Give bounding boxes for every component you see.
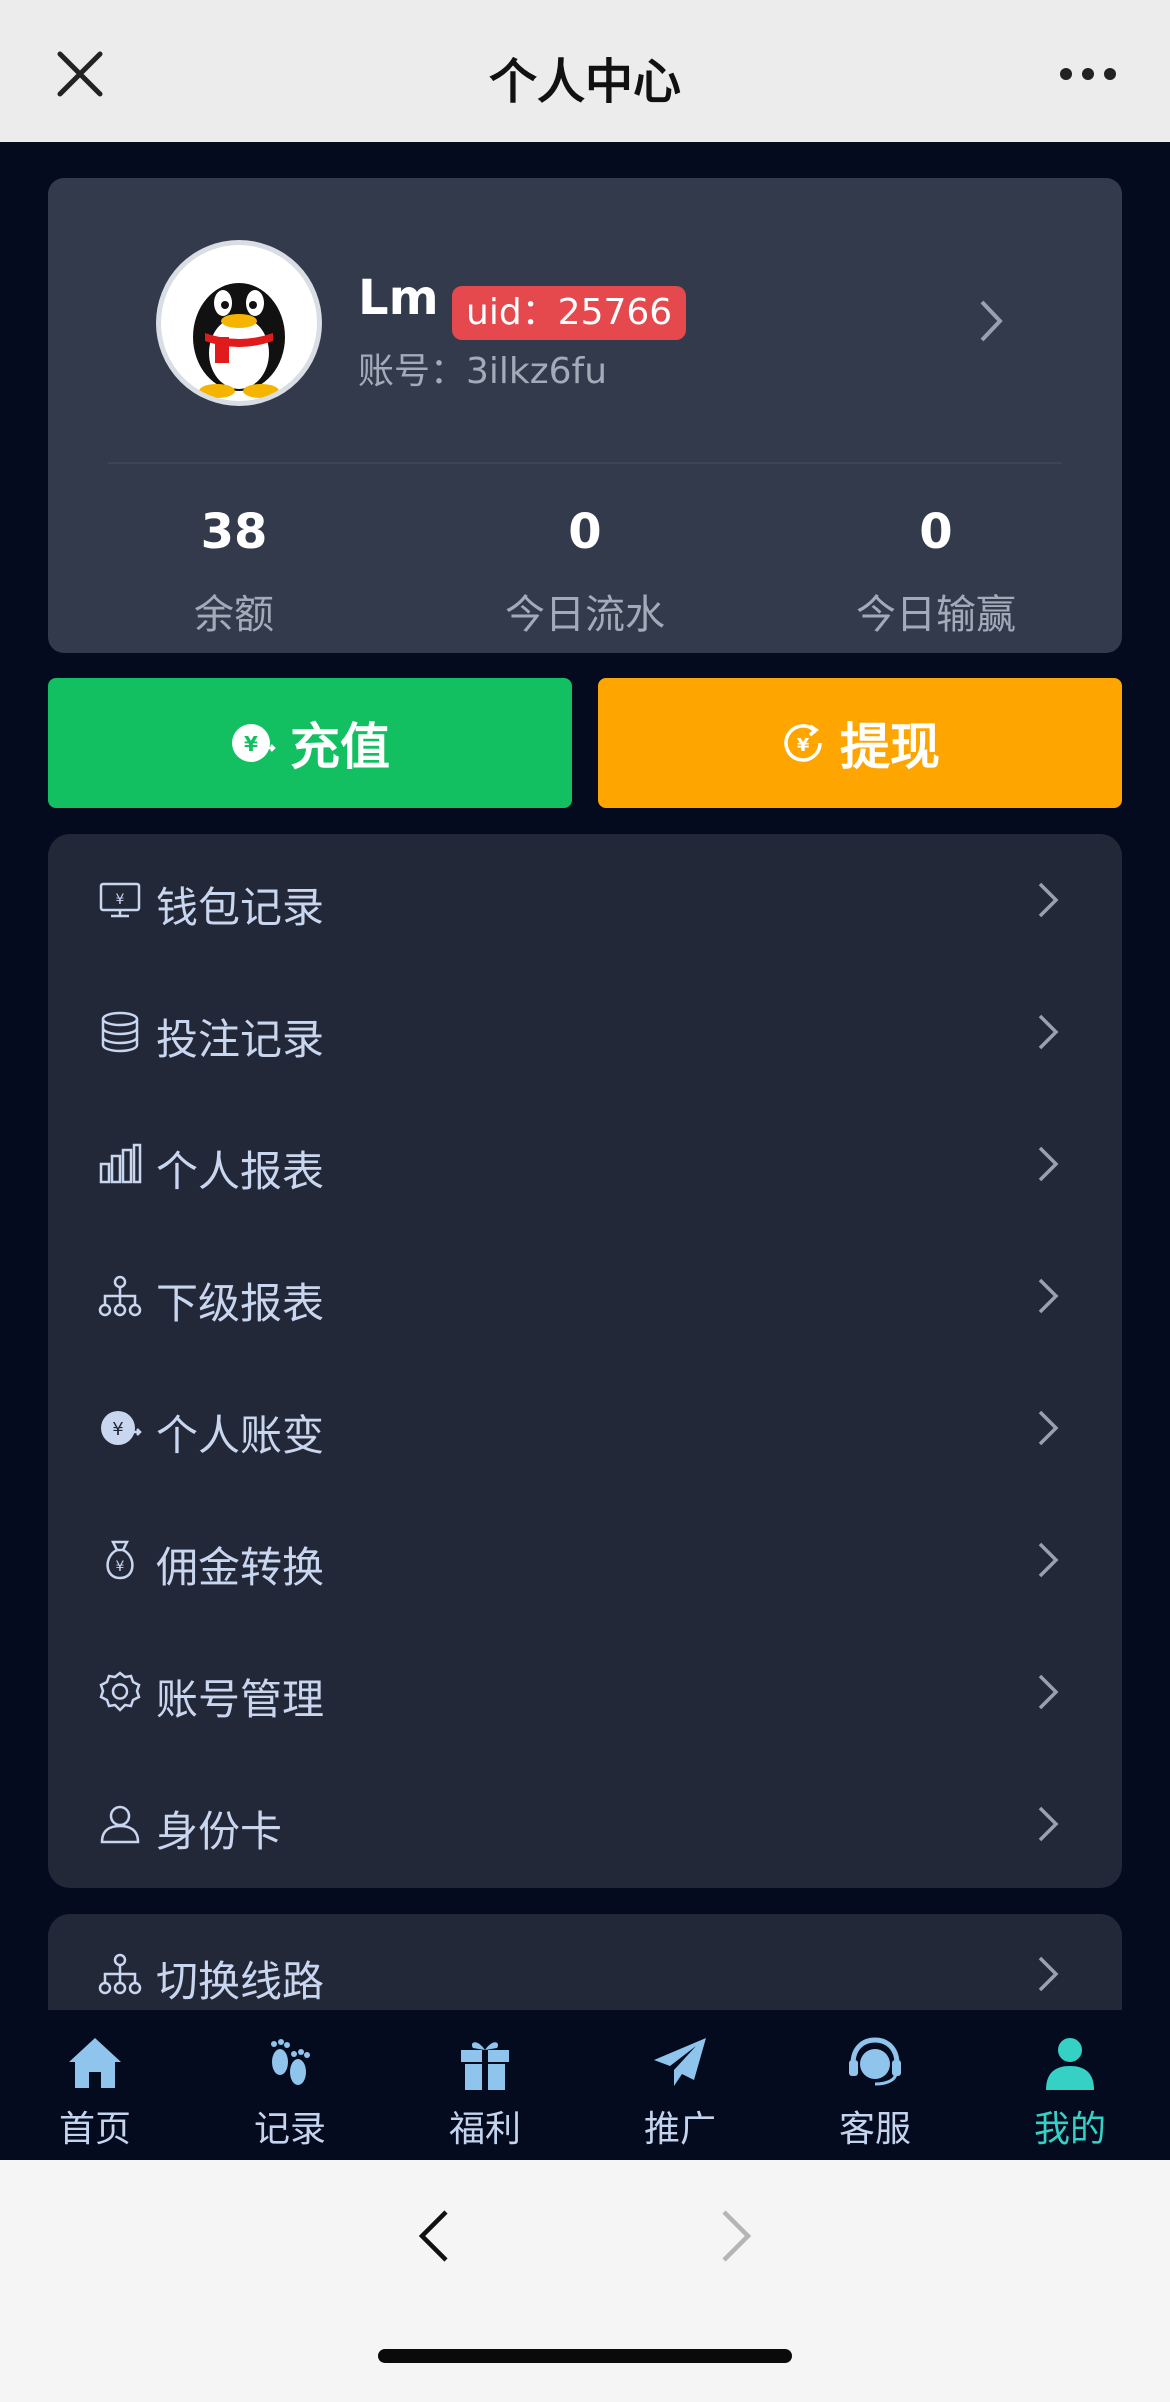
menu-item-subordinate-report[interactable]: 下级报表 <box>48 1230 1122 1362</box>
tab-welfare[interactable]: 福利 <box>410 2034 560 2152</box>
uid-badge: uid：25766 <box>452 286 687 340</box>
chevron-right-icon <box>1038 1806 1059 1842</box>
menu-item-bet-records[interactable]: 投注记录 <box>48 966 1122 1098</box>
recharge-button[interactable]: ¥ 充值 <box>48 678 572 808</box>
stat-value: 0 <box>568 504 602 560</box>
hierarchy-icon <box>98 1275 142 1317</box>
menu-list: ¥ 钱包记录 投注记录 个人报表 下级报表 ¥ 个人账变 ¥ 佣金转换 账号管理… <box>48 834 1122 1888</box>
tab-mine[interactable]: 我的 <box>995 2034 1145 2152</box>
page-title: 个人中心 <box>488 54 681 110</box>
svg-text:¥: ¥ <box>797 735 810 756</box>
chevron-right-icon <box>1038 1674 1059 1710</box>
recharge-label: 充值 <box>290 718 390 776</box>
chevron-right-icon <box>1038 1146 1059 1182</box>
stat-value: 0 <box>919 504 953 560</box>
yuan-exchange-icon: ¥ <box>101 1411 142 1445</box>
tab-label: 我的 <box>1033 2109 1106 2150</box>
username: Lm <box>358 270 439 326</box>
svg-text:¥: ¥ <box>116 1559 125 1575</box>
browser-nav-bar <box>0 2160 1170 2402</box>
chevron-right-icon <box>1038 1542 1059 1578</box>
svg-text:¥: ¥ <box>116 892 125 908</box>
more-icon[interactable] <box>1058 66 1118 82</box>
menu-item-personal-report[interactable]: 个人报表 <box>48 1098 1122 1230</box>
menu-item-label: 投注记录 <box>156 1015 325 1064</box>
tab-records[interactable]: 记录 <box>215 2034 365 2152</box>
menu-item-label: 账号管理 <box>156 1675 325 1724</box>
menu-item-wallet-records[interactable]: ¥ 钱包记录 <box>48 834 1122 966</box>
penguin-avatar-icon <box>193 283 285 398</box>
chevron-right-icon <box>1038 1014 1059 1050</box>
hierarchy-icon <box>98 1953 142 1995</box>
person-icon <box>1046 2038 1094 2090</box>
divider <box>108 462 1062 464</box>
gear-icon <box>99 1671 141 1712</box>
stat-label: 今日输赢 <box>856 592 1016 638</box>
tab-label: 首页 <box>58 2109 131 2150</box>
stat-value: 38 <box>200 504 268 560</box>
wallet-monitor-icon: ¥ <box>99 882 141 918</box>
gift-icon <box>461 2042 509 2090</box>
stat-label: 余额 <box>194 592 274 638</box>
withdraw-button[interactable]: ¥ 提现 <box>598 678 1122 808</box>
home-indicator <box>378 2349 792 2363</box>
menu-item-label: 佣金转换 <box>156 1543 325 1592</box>
tab-home[interactable]: 首页 <box>20 2034 170 2152</box>
chevron-right-icon[interactable] <box>976 298 1006 344</box>
menu-item-label: 下级报表 <box>156 1279 325 1328</box>
tab-label: 记录 <box>253 2109 326 2150</box>
footprint-icon <box>271 2039 310 2085</box>
forward-arrow-icon[interactable] <box>716 2206 756 2266</box>
chevron-right-icon <box>1038 1278 1059 1314</box>
menu-item-label: 身份卡 <box>156 1807 283 1856</box>
profile-card[interactable]: Lm uid：25766 账号：3ilkz6fu 38 余额 0 今日流水 0 … <box>48 178 1122 653</box>
tab-label: 福利 <box>448 2109 521 2150</box>
chevron-right-icon <box>1038 1956 1059 1992</box>
stat-turnover: 0 今日流水 <box>435 504 735 640</box>
menu-item-account-changes[interactable]: ¥ 个人账变 <box>48 1362 1122 1494</box>
menu-item-label: 钱包记录 <box>156 883 325 932</box>
withdraw-label: 提现 <box>840 718 940 776</box>
account-id: 账号：3ilkz6fu <box>358 351 608 392</box>
database-icon <box>101 1011 139 1053</box>
stat-profit: 0 今日输赢 <box>786 504 1086 640</box>
money-bag-icon: ¥ <box>106 1540 134 1580</box>
user-icon <box>100 1805 140 1844</box>
menu-item-label: 个人账变 <box>156 1411 325 1460</box>
home-icon <box>69 2038 121 2088</box>
stat-label: 今日流水 <box>505 592 665 638</box>
yuan-coin-icon: ¥ <box>232 724 276 762</box>
chevron-right-icon <box>1038 1410 1059 1446</box>
avatar <box>156 240 322 406</box>
headset-icon <box>849 2037 901 2086</box>
tab-label: 推广 <box>643 2109 716 2150</box>
svg-text:¥: ¥ <box>112 1419 123 1440</box>
svg-text:¥: ¥ <box>244 732 258 756</box>
yuan-refresh-icon: ¥ <box>784 724 822 762</box>
tab-label: 客服 <box>838 2109 911 2150</box>
menu-item-commission-convert[interactable]: ¥ 佣金转换 <box>48 1494 1122 1626</box>
back-arrow-icon[interactable] <box>414 2206 454 2266</box>
menu-item-label: 切换线路 <box>156 1957 325 2006</box>
chevron-right-icon <box>1038 882 1059 918</box>
bar-chart-icon <box>99 1143 142 1184</box>
tab-promote[interactable]: 推广 <box>605 2034 755 2152</box>
paper-plane-icon <box>654 2038 706 2086</box>
menu-item-id-card[interactable]: 身份卡 <box>48 1758 1122 1890</box>
top-bar: 个人中心 <box>0 0 1170 142</box>
tab-bar: 首页 记录 福利 推广 客服 我的 <box>0 2010 1170 2160</box>
menu-item-label: 个人报表 <box>156 1147 325 1196</box>
menu-item-account-management[interactable]: 账号管理 <box>48 1626 1122 1758</box>
stat-balance: 38 余额 <box>84 504 384 640</box>
tab-service[interactable]: 客服 <box>800 2034 950 2152</box>
